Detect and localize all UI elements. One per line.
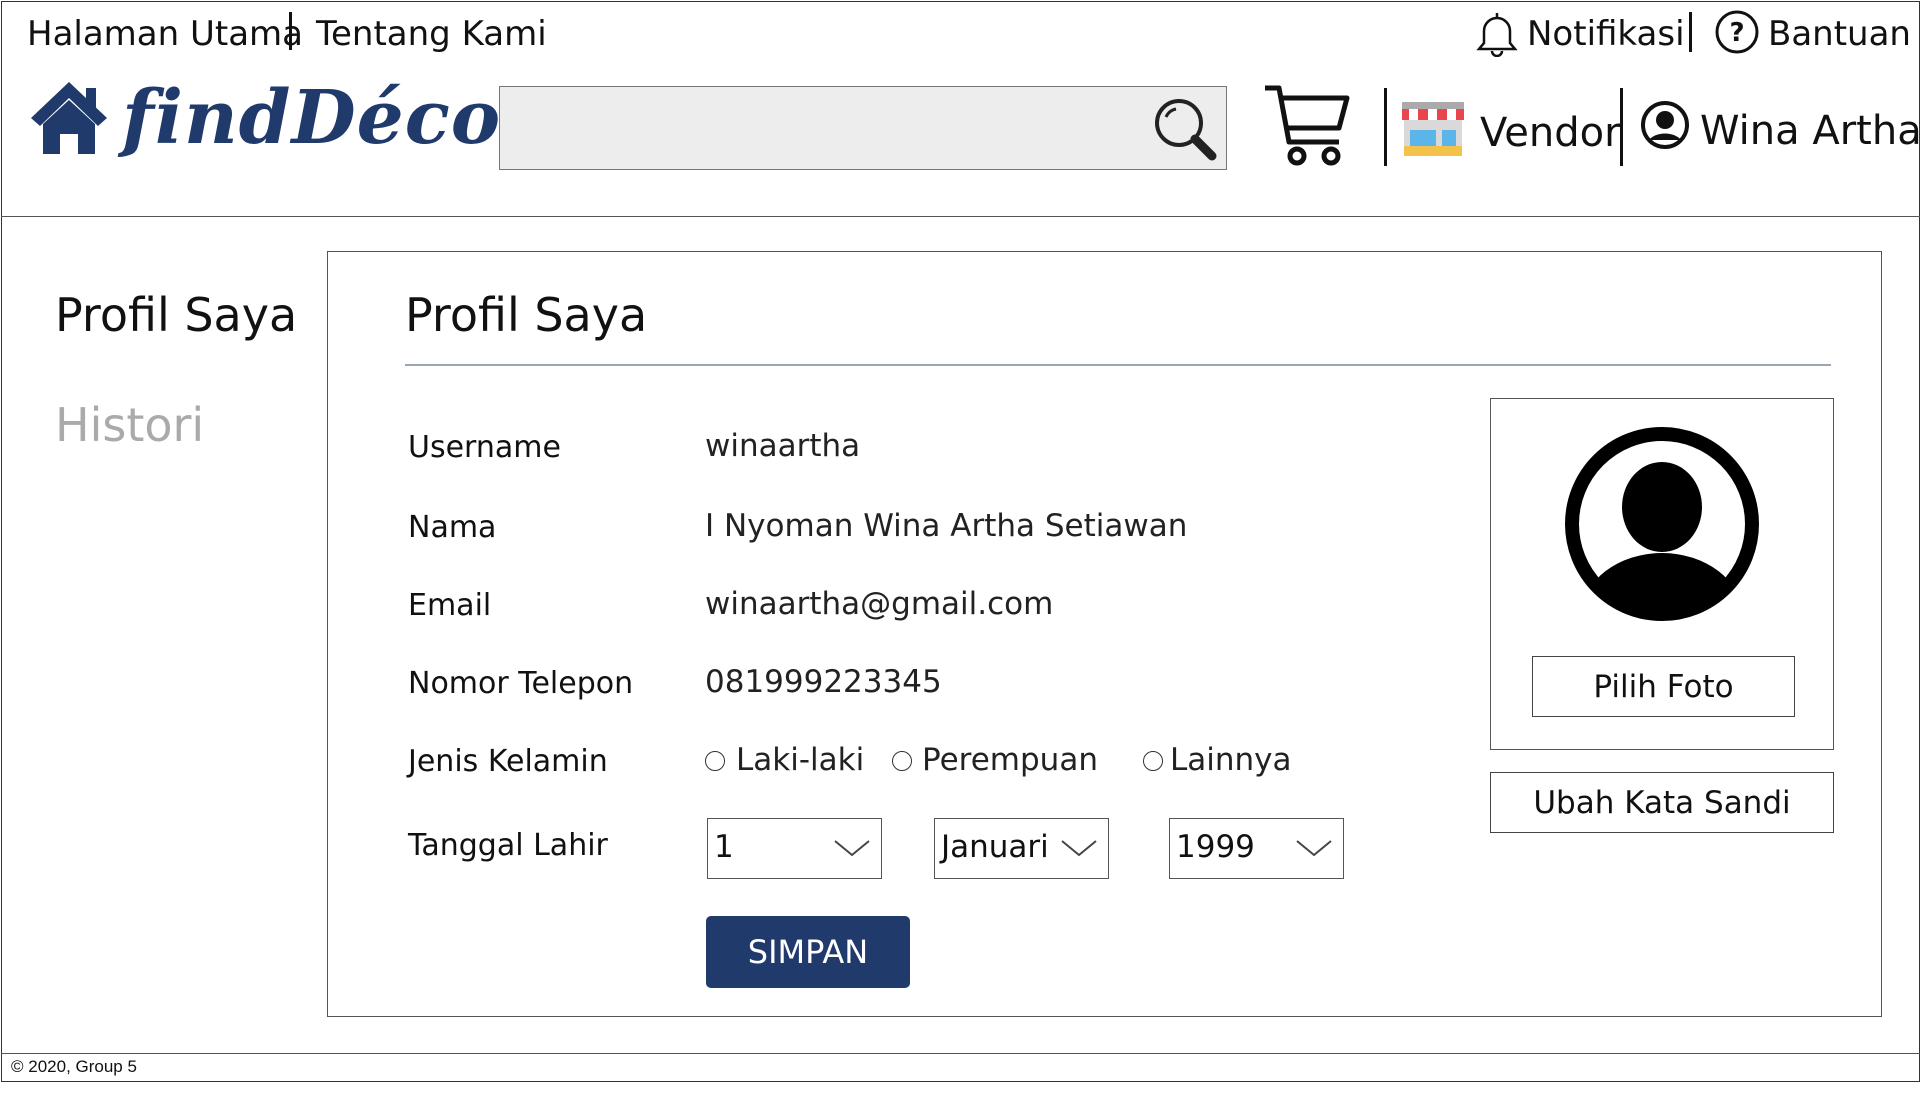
nav-about-link[interactable]: Tentang Kami (316, 14, 547, 54)
birth-day-value: 1 (714, 829, 734, 865)
search-bar (499, 86, 1227, 170)
svg-text:?: ? (1729, 18, 1744, 48)
gender-option-label: Lainnya (1170, 742, 1292, 778)
notifications-link[interactable]: Notifikasi (1527, 14, 1685, 54)
phone-value: 081999223345 (705, 664, 942, 700)
home-logo-icon[interactable] (28, 78, 110, 158)
username-value: winaartha (705, 428, 861, 464)
cart-icon[interactable] (1261, 82, 1351, 168)
user-name-link[interactable]: Wina Artha (1700, 108, 1922, 154)
help-link[interactable]: Bantuan (1768, 14, 1911, 54)
search-input[interactable] (500, 87, 1140, 169)
page-title: Profil Saya (405, 288, 648, 342)
change-password-button[interactable]: Ubah Kata Sandi (1490, 772, 1834, 833)
save-button[interactable]: SIMPAN (706, 916, 910, 988)
vendor-store-icon[interactable] (1400, 100, 1466, 158)
title-divider (405, 364, 1831, 366)
gender-option-label: Laki-laki (736, 742, 865, 778)
phone-label: Nomor Telepon (408, 666, 634, 701)
chevron-down-icon (834, 840, 870, 857)
gender-radio-male[interactable] (705, 751, 725, 771)
birth-year-value: 1999 (1176, 829, 1255, 865)
vendor-link[interactable]: Vendor (1480, 110, 1621, 156)
gender-radio-other[interactable] (1143, 751, 1163, 771)
help-icon[interactable]: ? (1714, 9, 1760, 55)
footer-copyright: © 2020, Group 5 (11, 1057, 137, 1076)
profile-avatar-icon (1565, 427, 1759, 621)
chevron-down-icon (1296, 840, 1332, 857)
nav-divider (1689, 12, 1692, 52)
nav-home-link[interactable]: Halaman Utama (27, 14, 303, 54)
birthdate-label: Tanggal Lahir (408, 828, 608, 863)
choose-photo-button[interactable]: Pilih Foto (1532, 656, 1795, 717)
nav-divider (289, 12, 292, 50)
email-label: Email (408, 588, 492, 623)
birth-year-select[interactable]: 1999 (1169, 818, 1344, 879)
username-label: Username (408, 430, 561, 465)
footer: © 2020, Group 5 (1, 1053, 1920, 1083)
header-divider (1384, 88, 1387, 166)
search-icon[interactable] (1152, 95, 1218, 165)
brand-logo[interactable]: findDécor (122, 75, 541, 161)
chevron-down-icon (1061, 840, 1097, 857)
name-label: Nama (408, 510, 497, 545)
birth-month-select[interactable]: Januari (934, 818, 1109, 879)
birth-day-select[interactable]: 1 (707, 818, 882, 879)
gender-option-label: Perempuan (922, 742, 1098, 778)
user-avatar-icon[interactable] (1640, 100, 1690, 150)
gender-radio-female[interactable] (892, 751, 912, 771)
birth-month-value: Januari (941, 829, 1049, 865)
gender-label: Jenis Kelamin (408, 744, 608, 779)
sidebar-item-profile[interactable]: Profil Saya (55, 288, 297, 342)
name-value: I Nyoman Wina Artha Setiawan (705, 508, 1188, 544)
bell-icon[interactable] (1474, 9, 1520, 57)
email-value: winaartha@gmail.com (705, 586, 1054, 622)
sidebar-item-history[interactable]: Histori (55, 398, 204, 452)
header-divider (1620, 88, 1623, 166)
